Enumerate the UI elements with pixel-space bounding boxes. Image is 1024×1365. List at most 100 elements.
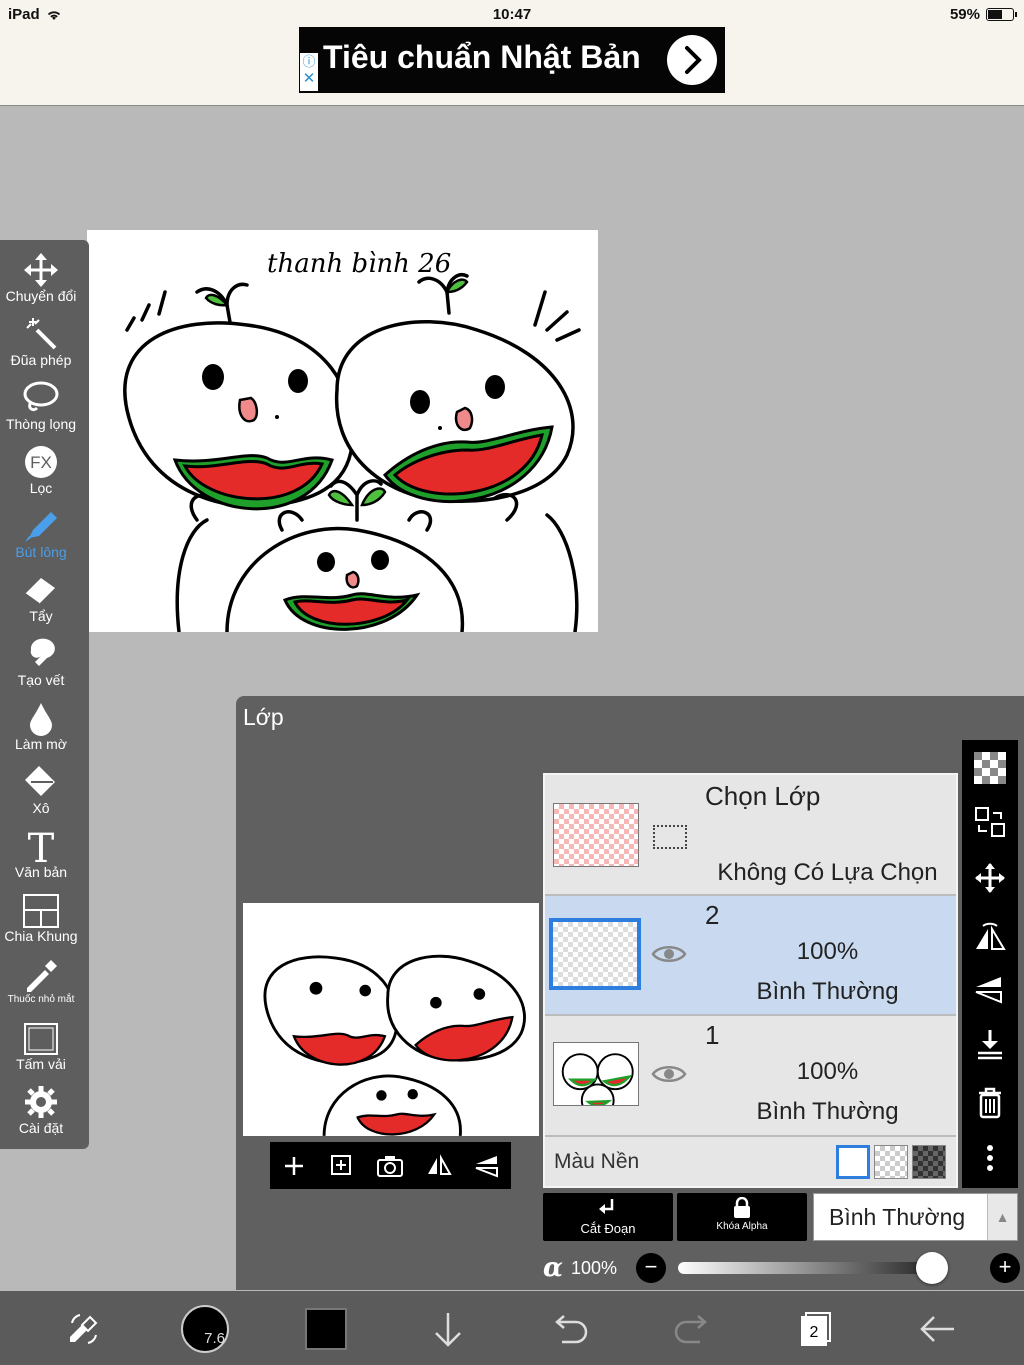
add-layer-copy-button[interactable] <box>324 1148 360 1184</box>
background-color-row: Màu Nền <box>545 1137 956 1186</box>
download-button[interactable] <box>420 1301 476 1357</box>
clock: 10:47 <box>492 6 532 23</box>
more-vertical-icon <box>987 1145 993 1171</box>
tool-blur-button[interactable]: Làm mờ <box>0 696 82 760</box>
back-button[interactable] <box>910 1301 966 1357</box>
tool-magic-wand-button[interactable]: Đũa phép <box>0 312 82 376</box>
tool-label: Thòng lọng <box>5 416 77 432</box>
flip-horizontal-icon <box>427 1153 452 1175</box>
lasso-icon <box>0 376 82 416</box>
opacity-slider[interactable] <box>678 1262 946 1274</box>
status-right: 59% <box>949 6 1017 23</box>
tool-smudge-button[interactable]: Tạo vết <box>0 632 82 696</box>
swap-layer-button[interactable] <box>970 802 1010 842</box>
tool-canvas-button[interactable]: Tấm vải <box>0 1016 82 1080</box>
background-color-label: Màu Nền <box>554 1150 640 1173</box>
flip-vertical-icon <box>975 977 1002 1004</box>
drawing-canvas[interactable]: thanh bình 26 <box>87 230 598 632</box>
brush-size-indicator: 7.6 <box>181 1305 229 1353</box>
eyedropper-icon <box>0 952 82 992</box>
alpha-symbol: α <box>543 1253 564 1283</box>
fx-icon: FX <box>0 440 82 480</box>
background-white-swatch[interactable] <box>836 1145 870 1179</box>
tool-label: Chuyển đổi <box>5 288 77 304</box>
tool-bucket-button[interactable]: Xô <box>0 760 82 824</box>
delete-layer-button[interactable] <box>970 1082 1010 1122</box>
lock-icon <box>734 1196 750 1218</box>
color-picker-button[interactable] <box>298 1301 354 1357</box>
tool-lasso-button[interactable]: Thòng lọng <box>0 376 82 440</box>
blend-mode-select[interactable]: Bình Thường ▲ <box>813 1193 1018 1241</box>
tool-label: Cài đặt <box>18 1120 64 1136</box>
add-layer-icon <box>331 1154 352 1175</box>
tool-text-button[interactable]: T Văn bản <box>0 824 82 888</box>
caret-up-icon: ▲ <box>987 1194 1017 1240</box>
flip-horizontal-button[interactable] <box>421 1148 457 1184</box>
ad-arrow-button[interactable] <box>667 35 717 85</box>
redo-button[interactable] <box>664 1301 720 1357</box>
rotate-flip-button[interactable] <box>970 916 1010 956</box>
layer-row[interactable]: 1 100% Bình Thường <box>545 1016 956 1137</box>
layer-opacity: 100% <box>796 938 859 965</box>
background-transparent-swatch[interactable] <box>874 1145 908 1179</box>
ad-text[interactable]: Tiêu chuẩn Nhật Bản <box>323 39 641 76</box>
tool-eraser-button[interactable]: Tẩy <box>0 568 82 632</box>
tool-frame-divider-button[interactable]: Chia Khung <box>0 888 82 952</box>
battery-percent: 59% <box>949 6 980 23</box>
background-dark-swatch[interactable] <box>912 1145 946 1179</box>
flip-vertical-button[interactable] <box>469 1148 505 1184</box>
clip-arrow-icon <box>599 1199 614 1214</box>
eraser-icon <box>0 568 82 608</box>
checkerboard-button[interactable] <box>970 748 1010 788</box>
move-layer-button[interactable] <box>970 858 1010 898</box>
tool-transform-button[interactable]: Chuyển đổi <box>0 248 82 312</box>
clipping-button[interactable]: Cắt Đoạn <box>543 1193 673 1241</box>
add-layer-button[interactable] <box>276 1148 312 1184</box>
tool-label: Tấm vải <box>16 1056 66 1072</box>
magic-wand-icon <box>0 312 82 352</box>
camera-button[interactable] <box>372 1148 408 1184</box>
opacity-decrease-button[interactable]: − <box>636 1253 666 1283</box>
tool-label: Làm mờ <box>15 736 67 752</box>
alpha-lock-button[interactable]: Khóa Alpha <box>677 1193 807 1241</box>
info-icon[interactable]: ⓘ <box>301 54 317 70</box>
layer-options-row: Cắt Đoạn Khóa Alpha Bình Thường ▲ <box>543 1193 1018 1243</box>
layer-number: 1 <box>705 1020 720 1050</box>
layers-button[interactable]: 2 <box>788 1301 844 1357</box>
opacity-slider-handle[interactable] <box>916 1252 948 1284</box>
layer-blend-mode: Bình Thường <box>756 978 899 1005</box>
tool-settings-button[interactable]: Cài đặt <box>0 1080 82 1144</box>
flip-vertical-button[interactable] <box>970 970 1010 1010</box>
eye-icon[interactable] <box>651 942 687 966</box>
plus-icon <box>285 1156 304 1175</box>
bucket-icon <box>0 760 82 800</box>
camera-icon <box>377 1155 404 1177</box>
move-arrows-icon <box>975 863 1005 893</box>
tool-label: Lọc <box>29 480 53 496</box>
more-options-button[interactable] <box>970 1138 1010 1178</box>
tool-brush-button[interactable]: Bút lông <box>0 504 82 568</box>
text-icon: T <box>0 824 82 872</box>
eye-icon[interactable] <box>651 1062 687 1086</box>
opacity-row: α 100% − + <box>543 1251 1023 1287</box>
opacity-increase-button[interactable]: + <box>990 1253 1020 1283</box>
tool-label: Tẩy <box>29 608 53 624</box>
quick-tool-switch-button[interactable] <box>56 1301 112 1357</box>
preview-toolbar <box>270 1142 511 1189</box>
brush-size-button[interactable]: 7.6 <box>177 1301 233 1357</box>
svg-text:FX: FX <box>30 453 52 472</box>
close-icon[interactable]: ✕ <box>301 71 317 87</box>
tool-filter-button[interactable]: FX Lọc <box>0 440 82 504</box>
ad-banner[interactable]: ⓘ ✕ Tiêu chuẩn Nhật Bản <box>299 27 725 93</box>
move-arrows-icon <box>0 248 82 288</box>
canvas-icon <box>0 1016 82 1056</box>
layer-panel-title: Lớp <box>243 704 284 730</box>
pen-eraser-switch-icon <box>70 1314 98 1344</box>
blend-mode-value: Bình Thường <box>829 1204 966 1230</box>
layer-row[interactable]: 2 100% Bình Thường <box>545 896 956 1016</box>
layer-blend-mode: Bình Thường <box>756 1098 899 1125</box>
tool-eyedropper-button[interactable]: Thuốc nhỏ mắt <box>0 952 82 1016</box>
merge-down-button[interactable] <box>970 1024 1010 1064</box>
undo-button[interactable] <box>542 1301 598 1357</box>
selection-layer-row[interactable]: Chọn Lớp Không Có Lựa Chọn <box>545 775 956 896</box>
